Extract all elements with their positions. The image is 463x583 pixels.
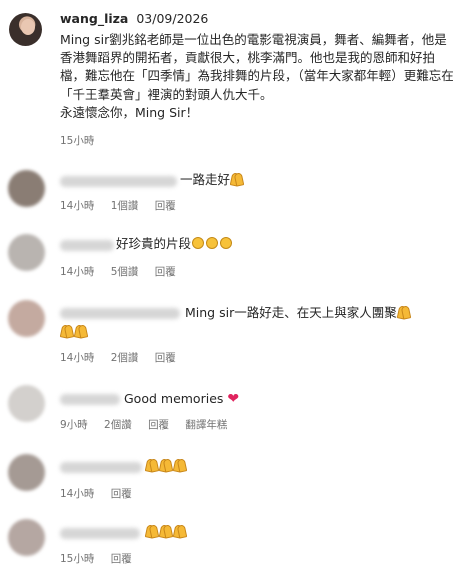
post-date: 03/09/2026 — [136, 11, 209, 26]
comment-text — [145, 457, 187, 475]
comment-body: 好珍貴的片段 — [116, 236, 192, 251]
clapping-hands-icon — [205, 236, 219, 249]
comment-likes[interactable]: 2個讚 — [104, 419, 132, 431]
comment-time: 14小時 — [60, 352, 95, 364]
comment-meta: 14小時 回覆 — [60, 486, 145, 501]
reply-button[interactable]: 回覆 — [148, 419, 169, 431]
comment-time: 14小時 — [60, 200, 95, 212]
comment-likes[interactable]: 1個讚 — [111, 200, 139, 212]
clapping-hands-icon — [219, 236, 233, 249]
comment-body: 一路走好 — [180, 172, 231, 187]
folded-hands-icon — [60, 324, 74, 337]
comment-time: 14小時 — [60, 266, 95, 278]
post-time: 15小時 — [60, 135, 95, 147]
comment-time: 9小時 — [60, 419, 88, 431]
reply-button[interactable]: 回覆 — [111, 553, 132, 565]
commenter-name-blurred[interactable] — [60, 528, 140, 539]
comment-time: 15小時 — [60, 553, 95, 565]
reply-button[interactable]: 回覆 — [155, 266, 176, 278]
commenter-avatar[interactable] — [8, 170, 45, 207]
comment-likes[interactable]: 5個讚 — [111, 266, 139, 278]
commenter-name-blurred[interactable] — [60, 308, 180, 319]
reply-button[interactable]: 回覆 — [155, 352, 176, 364]
commenter-avatar[interactable] — [8, 454, 45, 491]
commenter-name-blurred[interactable] — [60, 240, 114, 251]
comment-text: Good memories ❤ — [124, 390, 239, 408]
comment-meta: 14小時 5個讚 回覆 — [60, 264, 189, 279]
translate-button[interactable]: 翻譯年糕 — [185, 419, 227, 431]
folded-hands-icon — [145, 458, 159, 471]
commenter-avatar[interactable] — [8, 300, 45, 337]
folded-hands-icon — [159, 524, 173, 537]
folded-hands-icon — [397, 305, 411, 318]
commenter-name-blurred[interactable] — [60, 176, 177, 187]
author-name[interactable]: wang_liza — [60, 11, 128, 26]
post-caption: Ming sir劉兆銘老師是一位出色的電影電視演員，舞者、編舞者，他是香港舞蹈界… — [60, 32, 454, 120]
heart-icon: ❤ — [227, 391, 240, 407]
reply-button[interactable]: 回覆 — [111, 488, 132, 500]
commenter-avatar[interactable] — [8, 519, 45, 556]
comment-time: 14小時 — [60, 488, 95, 500]
clapping-hands-icon — [191, 236, 205, 249]
reply-button[interactable]: 回覆 — [155, 200, 176, 212]
author-line: wang_liza 03/09/2026 — [60, 11, 208, 26]
commenter-avatar[interactable] — [8, 234, 45, 271]
comment-text: 一路走好 — [180, 171, 244, 189]
folded-hands-icon — [145, 524, 159, 537]
comment-body: Good memories — [124, 391, 224, 406]
comment-meta: 9小時 2個讚 回覆 翻譯年糕 — [60, 417, 240, 432]
folded-hands-icon — [74, 324, 88, 337]
comment-text: 好珍貴的片段 — [116, 235, 233, 253]
comment-body: Ming sir一路好走、在天上與家人團聚 — [185, 305, 397, 320]
comment-meta: 14小時 2個讚 回覆 — [60, 350, 189, 365]
commenter-name-blurred[interactable] — [60, 394, 120, 405]
comment-meta: 15小時 回覆 — [60, 551, 145, 566]
comment-text-continued — [60, 323, 88, 341]
folded-hands-icon — [230, 172, 244, 185]
comment-likes[interactable]: 2個讚 — [111, 352, 139, 364]
author-avatar[interactable] — [9, 13, 42, 46]
folded-hands-icon — [159, 458, 173, 471]
commenter-name-blurred[interactable] — [60, 462, 142, 473]
comment-text — [145, 523, 187, 541]
comment-text: Ming sir一路好走、在天上與家人團聚 — [185, 304, 411, 322]
comment-meta: 14小時 1個讚 回覆 — [60, 198, 189, 213]
folded-hands-icon — [173, 458, 187, 471]
folded-hands-icon — [173, 524, 187, 537]
commenter-avatar[interactable] — [8, 385, 45, 422]
